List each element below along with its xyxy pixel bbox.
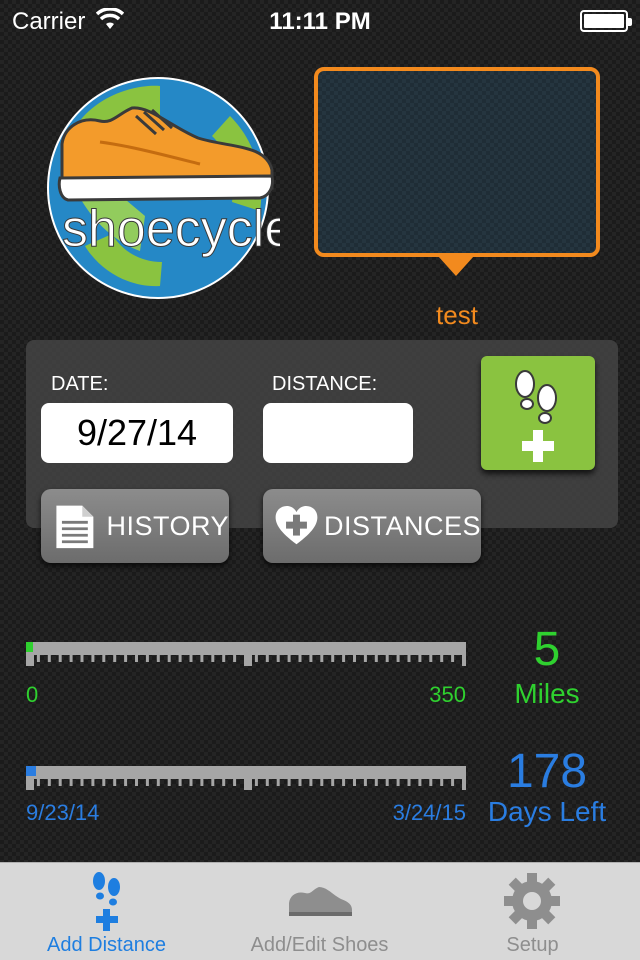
heart-plus-icon (275, 505, 318, 545)
tab-add-distance-label: Add Distance (47, 934, 166, 956)
history-button-label: HISTORY (106, 510, 229, 541)
distance-value: 5 (533, 623, 561, 676)
distance-progress-ticks (26, 652, 466, 666)
days-left-unit-label: Days Left (487, 796, 607, 827)
date-field[interactable]: 9/27/14 (41, 403, 233, 463)
battery-icon (580, 10, 632, 32)
history-button[interactable]: HISTORY (41, 489, 229, 563)
footsteps-plus-tab-icon (93, 872, 120, 931)
tab-setup[interactable]: Setup (426, 863, 639, 960)
tab-add-edit-shoes[interactable]: Add/Edit Shoes (213, 863, 426, 960)
status-bar: Carrier 11:11 PM (0, 0, 640, 40)
shoecycle-logo: shoecycle (47, 77, 280, 299)
time-progress-fill (26, 766, 36, 776)
shoe-image-frame[interactable] (314, 67, 600, 257)
tab-add-edit-shoes-label: Add/Edit Shoes (250, 934, 389, 956)
document-icon (56, 505, 94, 549)
time-progress-track (26, 766, 466, 776)
shoe-tab-icon (289, 887, 352, 916)
tab-setup-label: Setup (506, 934, 559, 956)
distances-button[interactable]: DISTANCES (263, 489, 481, 563)
distance-max-label: 350 (429, 682, 466, 707)
time-progress-ticks (26, 776, 466, 790)
distance-min-label: 0 (26, 682, 39, 707)
distance-progress-track (26, 642, 466, 652)
date-label: DATE: (51, 373, 109, 395)
tab-add-distance[interactable]: Add Distance (0, 863, 213, 960)
time-end-label: 3/24/15 (392, 800, 466, 825)
shoe-frame-pointer (438, 256, 474, 276)
distance-label: DISTANCE: (272, 373, 378, 395)
logo-wordmark: shoecycle (62, 200, 280, 258)
distance-field[interactable] (263, 403, 413, 463)
days-left-value: 178 (506, 745, 588, 798)
footsteps-plus-icon (515, 370, 557, 462)
distances-button-label: DISTANCES (323, 510, 481, 541)
shoe-name: test (436, 300, 478, 330)
status-time: 11:11 PM (269, 8, 371, 35)
gear-tab-icon (504, 873, 560, 929)
distance-unit-label: Miles (514, 678, 580, 709)
add-distance-button[interactable] (481, 356, 595, 470)
distance-progress-fill (26, 642, 33, 652)
tab-bar: Add Distance Add/Edit Shoes Setup (0, 862, 640, 960)
time-start-label: 9/23/14 (26, 800, 100, 825)
